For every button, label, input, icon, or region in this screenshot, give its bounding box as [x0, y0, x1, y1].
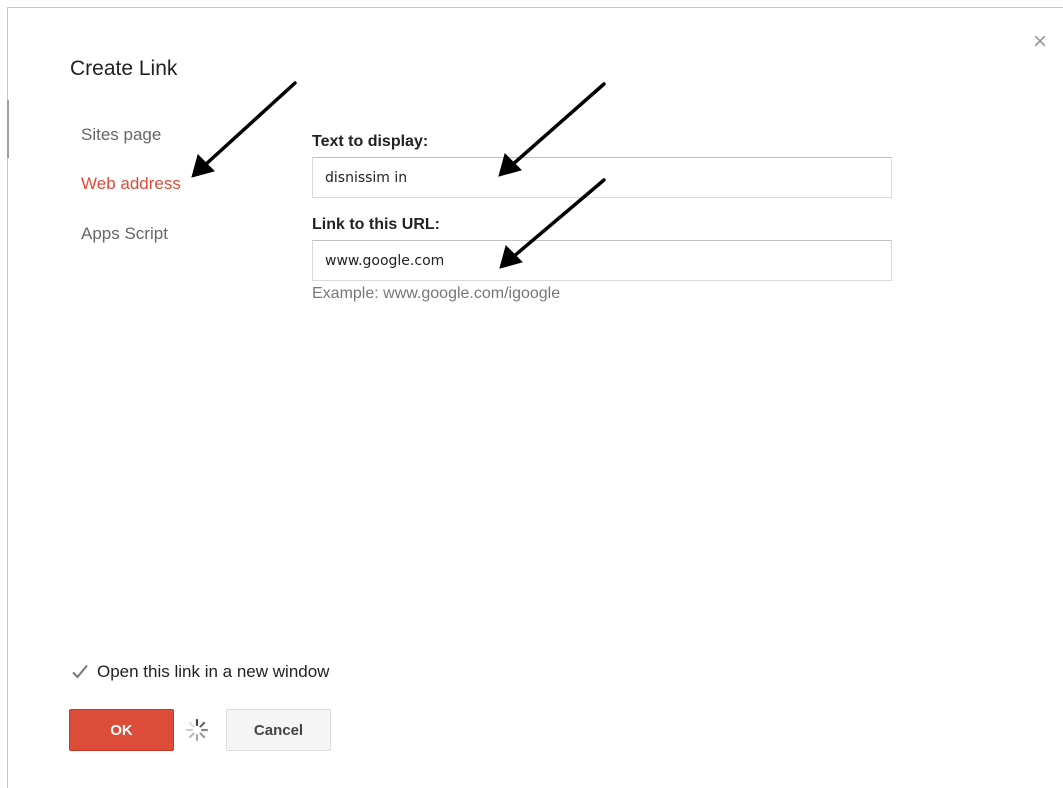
background-edge: [7, 100, 9, 158]
text-to-display-label: Text to display:: [312, 133, 429, 150]
link-url-label: Link to this URL:: [312, 216, 440, 233]
dialog-title: Create Link: [70, 57, 178, 80]
nav-item-sites-page[interactable]: Sites page: [81, 125, 161, 145]
new-window-option: Open this link in a new window: [70, 660, 329, 684]
url-example-hint: Example: www.google.com/igoogle: [312, 285, 561, 302]
text-to-display-input[interactable]: [312, 157, 892, 198]
nav-item-apps-script[interactable]: Apps Script: [81, 224, 168, 244]
nav-item-web-address[interactable]: Web address: [81, 174, 181, 194]
page: × Create Link Sites page Web address App…: [0, 0, 1063, 788]
checkmark-icon[interactable]: [70, 662, 90, 682]
new-window-label[interactable]: Open this link in a new window: [97, 662, 329, 682]
link-url-input[interactable]: [312, 240, 892, 281]
ok-button[interactable]: OK: [69, 709, 174, 751]
close-icon[interactable]: ×: [1028, 30, 1052, 54]
cancel-button[interactable]: Cancel: [226, 709, 331, 751]
loading-spinner-icon: [185, 718, 209, 742]
